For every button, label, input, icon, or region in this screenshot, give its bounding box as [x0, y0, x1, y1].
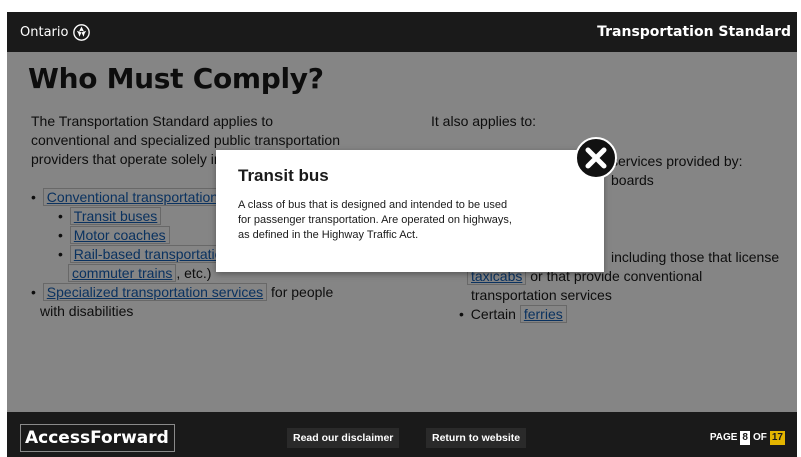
trillium-icon	[73, 23, 91, 41]
popup-body-line: A class of bus that is designed and inte…	[238, 199, 508, 211]
return-to-website-button[interactable]: Return to website	[426, 428, 527, 448]
close-icon[interactable]	[574, 136, 618, 180]
page-total: 17	[769, 431, 785, 445]
page-indicator: PAGE 8 OF 17	[710, 428, 785, 448]
footer-bar: AccessForward Read our disclaimer Return…	[7, 412, 797, 457]
brand-label: Ontario	[20, 24, 69, 40]
ontario-brand: Ontario	[20, 12, 91, 52]
footer-brand: AccessForward	[20, 424, 175, 452]
definition-popup: Transit bus A class of bus that is desig…	[216, 150, 604, 272]
popup-body: A class of bus that is designed and inte…	[238, 198, 578, 243]
disclaimer-button[interactable]: Read our disclaimer	[287, 428, 400, 448]
popup-body-line: for passenger transportation. Are operat…	[238, 214, 512, 226]
app-frame: Ontario Transportation Standard Who Must…	[0, 0, 801, 457]
popup-body-line: as defined in the Highway Traffic Act.	[238, 229, 419, 241]
popup-title: Transit bus	[238, 166, 329, 185]
module-title: Transportation Standard	[597, 24, 791, 40]
top-bar: Ontario Transportation Standard	[7, 12, 797, 52]
page-prefix: PAGE	[709, 432, 738, 443]
page-of: OF	[752, 432, 767, 443]
page-current: 8	[740, 431, 750, 445]
